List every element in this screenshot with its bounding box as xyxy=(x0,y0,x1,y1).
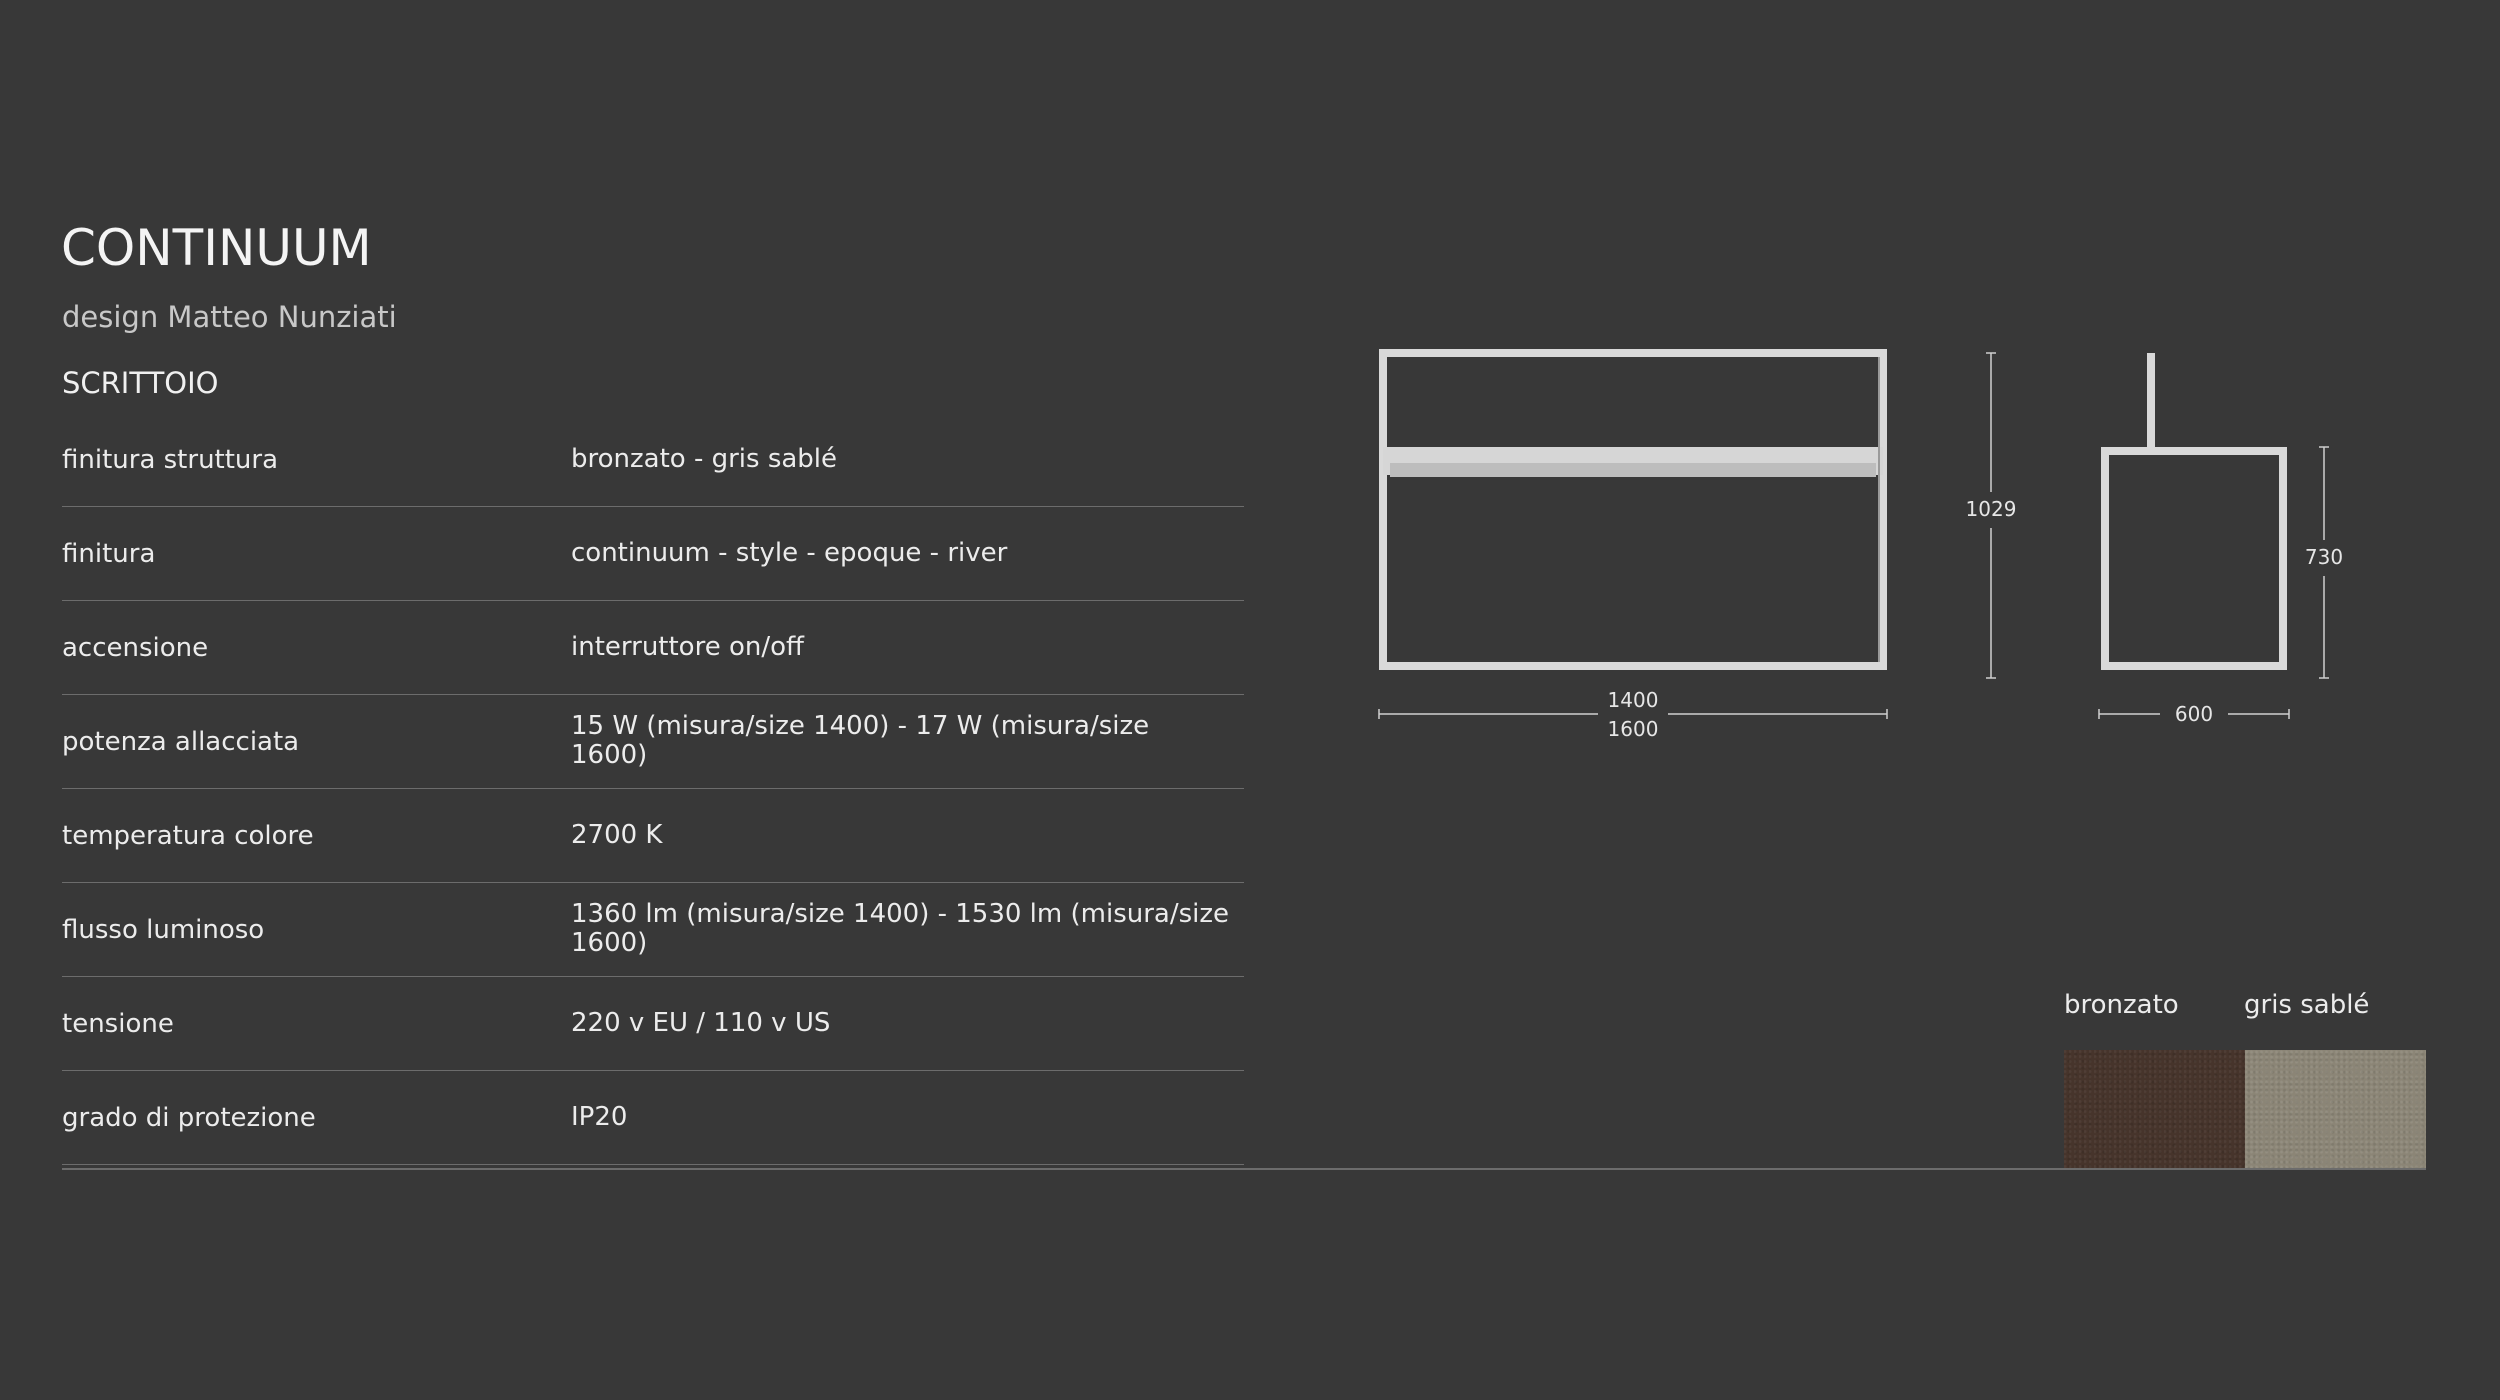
spec-table: finitura struttura bronzato - gris sablé… xyxy=(62,413,1244,1165)
spec-value: bronzato - gris sablé xyxy=(571,443,838,474)
spec-value: continuum - style - epoque - river xyxy=(571,537,1008,568)
spec-label: potenza allacciata xyxy=(62,726,300,757)
finish-label-gris-sable: gris sablé xyxy=(2244,990,2370,1020)
spec-value: 15 W (misura/size 1400) - 17 W (misura/s… xyxy=(571,710,1150,771)
spec-row: grado di protezione IP20 xyxy=(62,1071,1244,1165)
height-1029-label: 1029 xyxy=(1966,497,2017,521)
spec-label: temperatura colore xyxy=(62,820,314,851)
finish-label-bronzato: bronzato xyxy=(2064,990,2179,1020)
desk-height-dimension: 730 xyxy=(2305,446,2343,679)
width-1600-label: 1600 xyxy=(1608,717,1659,741)
spec-label: grado di protezione xyxy=(62,1102,316,1133)
spec-label: finitura struttura xyxy=(62,444,279,475)
spec-label: flusso luminoso xyxy=(62,914,265,945)
width-1400-label: 1400 xyxy=(1608,688,1659,712)
spec-value: IP20 xyxy=(571,1101,628,1132)
spec-row: finitura continuum - style - epoque - ri… xyxy=(62,507,1244,601)
technical-drawing: 1400 1600 1029 730 600 xyxy=(1378,349,2343,741)
gris-sable-swatch xyxy=(2245,1050,2426,1168)
spec-label: finitura xyxy=(62,538,156,569)
spec-row: tensione 220 v EU / 110 v US xyxy=(62,977,1244,1071)
depth-dimension: 600 xyxy=(2098,702,2290,726)
side-view xyxy=(2101,353,2287,670)
spec-value: 1360 lm (misura/size 1400) - 1530 lm (mi… xyxy=(571,898,1230,959)
spec-value: interruttore on/off xyxy=(571,631,804,662)
designer-credit: design Matteo Nunziati xyxy=(62,300,397,334)
spec-label: accensione xyxy=(62,632,209,663)
front-view xyxy=(1379,349,1887,670)
bottom-divider xyxy=(62,1168,2426,1170)
spec-row: temperatura colore 2700 K xyxy=(62,789,1244,883)
product-category: SCRITTOIO xyxy=(62,366,219,400)
product-title: CONTINUUM xyxy=(61,219,372,277)
height-730-label: 730 xyxy=(2305,545,2343,569)
spec-row: accensione interruttore on/off xyxy=(62,601,1244,695)
front-width-dimension: 1400 1600 xyxy=(1378,688,1888,741)
spec-value: 220 v EU / 110 v US xyxy=(571,1007,831,1038)
spec-row: flusso luminoso 1360 lm (misura/size 140… xyxy=(62,883,1244,977)
spec-row: potenza allacciata 15 W (misura/size 140… xyxy=(62,695,1244,789)
spec-label: tensione xyxy=(62,1008,174,1039)
bronzato-swatch xyxy=(2064,1050,2245,1168)
spec-row: finitura struttura bronzato - gris sablé xyxy=(62,413,1244,507)
total-height-dimension: 1029 xyxy=(1966,352,2017,679)
depth-600-label: 600 xyxy=(2175,702,2213,726)
spec-value: 2700 K xyxy=(571,819,663,850)
